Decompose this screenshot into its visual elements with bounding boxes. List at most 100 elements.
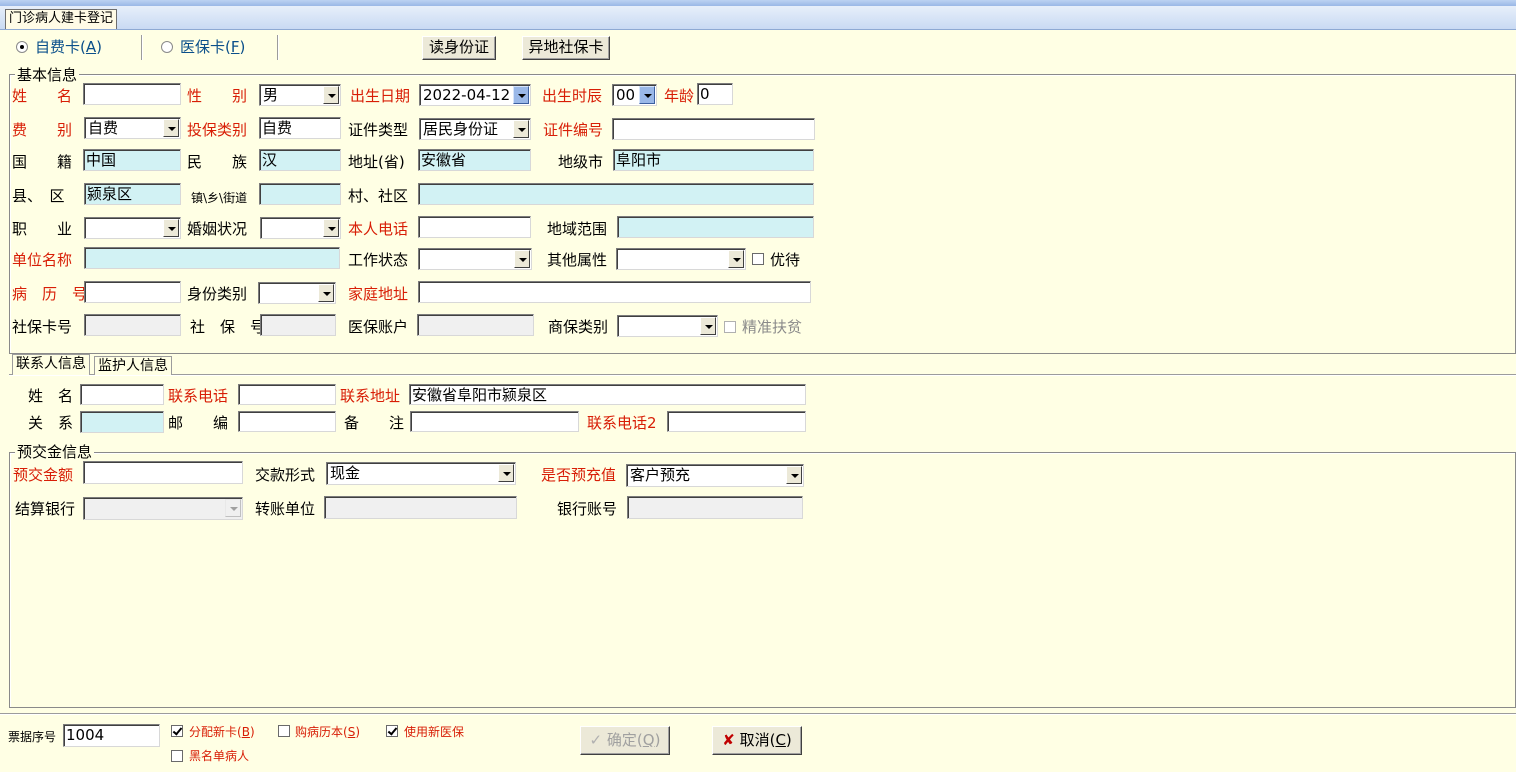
mi-account-label: 医保账户 <box>348 318 409 336</box>
name-input[interactable] <box>83 83 181 105</box>
ethnicity-input[interactable]: 汉 <box>259 149 341 171</box>
identity-select[interactable] <box>258 282 336 304</box>
id-number-input[interactable] <box>612 118 815 140</box>
tab-baseline <box>9 374 1516 376</box>
name-label: 姓 名 <box>12 87 73 105</box>
village-input[interactable] <box>418 183 814 205</box>
blacklist-checkbox[interactable] <box>171 750 183 762</box>
commercial-label: 商保类别 <box>548 318 609 336</box>
region-input[interactable] <box>617 216 814 238</box>
prepay-amount-input[interactable] <box>83 461 243 484</box>
marital-label: 婚姻状况 <box>187 220 248 238</box>
county-input[interactable]: 颍泉区 <box>84 183 181 205</box>
village-label: 村、社区 <box>348 187 409 205</box>
chevron-down-icon[interactable] <box>225 499 241 517</box>
chevron-down-icon[interactable] <box>163 119 179 137</box>
age-input[interactable]: 0 <box>697 83 733 105</box>
sex-select[interactable]: 男 <box>259 84 341 106</box>
buy-record-label[interactable]: 购病历本(S) <box>295 722 360 742</box>
poverty-checkbox[interactable] <box>724 321 736 333</box>
birth-hour-select[interactable]: 00 <box>612 84 657 106</box>
chevron-down-icon[interactable] <box>323 219 339 237</box>
note-input[interactable] <box>410 411 579 432</box>
chevron-down-icon[interactable] <box>513 120 529 138</box>
sex-label: 性 别 <box>187 87 248 105</box>
prerecharge-select[interactable]: 客户预充 <box>626 464 804 487</box>
payment-method-label: 交款形式 <box>255 466 316 484</box>
confirm-button[interactable]: ✓ 确定(Q) <box>580 726 670 755</box>
zip-input[interactable] <box>238 411 336 432</box>
county-label: 县、 区 <box>12 187 65 205</box>
poverty-label[interactable]: 精准扶贫 <box>742 317 802 337</box>
assign-card-label[interactable]: 分配新卡(B) <box>189 722 255 742</box>
preferential-checkbox[interactable] <box>752 253 764 265</box>
record-no-label: 病 历 号 <box>12 285 88 303</box>
contact-name-input[interactable] <box>80 384 164 405</box>
new-mi-checkbox[interactable] <box>386 725 398 737</box>
province-input[interactable]: 安徽省 <box>418 149 531 171</box>
other-attr-select[interactable] <box>616 248 746 270</box>
work-status-select[interactable] <box>418 248 532 270</box>
assign-card-checkbox[interactable] <box>171 725 183 737</box>
self-pay-radio[interactable] <box>16 41 28 53</box>
employer-input[interactable] <box>84 247 340 269</box>
tab-guardian[interactable]: 监护人信息 <box>94 356 172 375</box>
contact-phone2-input[interactable] <box>667 411 806 432</box>
city-label: 地级市 <box>558 153 604 171</box>
bank-select[interactable] <box>83 497 243 520</box>
tab-contact[interactable]: 联系人信息 <box>12 354 90 375</box>
chevron-down-icon[interactable] <box>513 86 529 104</box>
transfer-unit-input[interactable] <box>324 496 517 519</box>
bank-label: 结算银行 <box>15 500 76 518</box>
occupation-select[interactable] <box>84 217 181 239</box>
chevron-down-icon[interactable] <box>498 464 514 482</box>
contact-addr-input[interactable]: 安徽省阜阳市颍泉区 <box>409 384 806 405</box>
phone-input[interactable] <box>418 216 531 238</box>
chevron-down-icon[interactable] <box>163 219 179 237</box>
preferential-label[interactable]: 优待 <box>770 250 800 270</box>
chevron-down-icon[interactable] <box>514 250 530 268</box>
new-mi-label[interactable]: 使用新医保 <box>404 722 464 742</box>
town-input[interactable] <box>259 183 341 205</box>
bank-account-label: 银行账号 <box>557 500 618 518</box>
insured-type-input[interactable]: 自费 <box>259 117 341 139</box>
si-card-input[interactable] <box>84 314 181 336</box>
insurance-label[interactable]: 医保卡(F) <box>180 37 245 57</box>
city-input[interactable]: 阜阳市 <box>613 149 814 171</box>
ticket-no-input[interactable]: 1004 <box>63 724 160 747</box>
ticket-no-label: 票据序号 <box>8 730 57 744</box>
relation-input[interactable] <box>80 411 164 433</box>
fee-type-select[interactable]: 自费 <box>84 117 181 139</box>
remote-social-card-button[interactable]: 异地社保卡 <box>522 36 610 60</box>
chevron-down-icon[interactable] <box>786 466 802 484</box>
mi-account-input[interactable] <box>417 314 534 336</box>
document-tab[interactable]: 门诊病人建卡登记 <box>5 9 118 29</box>
si-no-label: 社 保 号 <box>190 318 266 336</box>
contact-phone-input[interactable] <box>238 384 336 405</box>
chevron-down-icon[interactable] <box>323 86 339 104</box>
id-type-select[interactable]: 居民身份证 <box>419 118 531 140</box>
chevron-down-icon[interactable] <box>639 86 655 104</box>
home-addr-input[interactable] <box>418 281 811 303</box>
birth-hour-label: 出生时辰 <box>542 87 603 105</box>
chevron-down-icon[interactable] <box>318 284 334 302</box>
commercial-select[interactable] <box>617 315 718 337</box>
nationality-input[interactable]: 中国 <box>83 149 181 171</box>
home-addr-label: 家庭地址 <box>348 285 409 303</box>
read-id-card-button[interactable]: 读身份证 <box>422 36 496 60</box>
blacklist-label[interactable]: 黑名单病人 <box>189 746 249 766</box>
insurance-radio[interactable] <box>161 41 173 53</box>
divider <box>141 35 143 60</box>
self-pay-label[interactable]: 自费卡(A) <box>35 37 102 57</box>
marital-select[interactable] <box>260 217 341 239</box>
buy-record-checkbox[interactable] <box>278 725 290 737</box>
bank-account-input[interactable] <box>627 496 803 519</box>
chevron-down-icon[interactable] <box>700 317 716 335</box>
si-no-input[interactable] <box>260 314 336 336</box>
birth-date-picker[interactable]: 2022-04-12 <box>419 84 531 106</box>
cancel-button[interactable]: ✘ 取消(C) <box>712 726 802 755</box>
payment-method-select[interactable]: 现金 <box>326 462 516 485</box>
chevron-down-icon[interactable] <box>728 250 744 268</box>
region-label: 地域范围 <box>547 220 608 238</box>
record-no-input[interactable] <box>84 281 181 303</box>
